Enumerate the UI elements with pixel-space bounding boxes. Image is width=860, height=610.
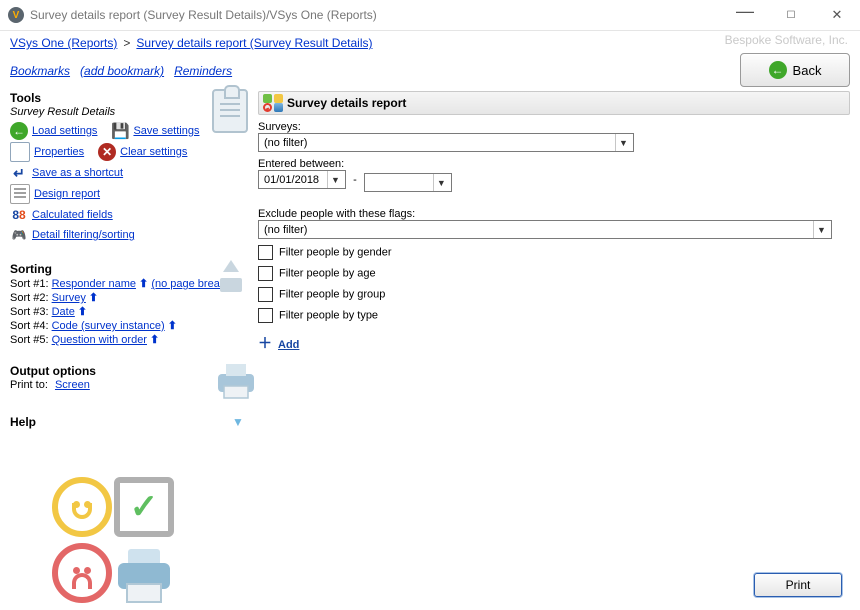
- window-maximize-button[interactable]: ☐: [768, 0, 814, 30]
- clear-icon: ✕: [98, 143, 116, 161]
- print-button[interactable]: Print: [754, 573, 842, 597]
- entered-label: Entered between:: [258, 158, 850, 170]
- date-from-select[interactable]: 01/01/2018 ▼: [258, 170, 346, 189]
- sort2-field-link[interactable]: Survey: [52, 292, 86, 304]
- back-button[interactable]: ← Back: [740, 53, 850, 87]
- filter-icon: 🎮: [10, 226, 28, 244]
- sad-face-icon: [52, 543, 112, 603]
- load-icon: ←: [10, 122, 28, 140]
- printer-icon: [214, 360, 258, 400]
- printer-big-icon: [114, 543, 174, 603]
- date-to-select[interactable]: ▼: [364, 173, 452, 192]
- dropdown-caret-icon: ▼: [615, 134, 631, 151]
- add-bookmark-link[interactable]: (add bookmark): [80, 64, 164, 78]
- bookmarks-link[interactable]: Bookmarks: [10, 64, 70, 78]
- right-panel: Survey details report Surveys: (no filte…: [258, 89, 860, 610]
- sort-row-4: Sort #4: Code (survey instance) ⬆: [10, 319, 258, 332]
- breadcrumb-sep: >: [123, 36, 130, 50]
- sort3-field-link[interactable]: Date: [52, 306, 75, 318]
- breadcrumb-page[interactable]: Survey details report (Survey Result Det…: [136, 36, 372, 50]
- window-title: Survey details report (Survey Result Det…: [30, 8, 377, 22]
- exclude-label: Exclude people with these flags:: [258, 208, 850, 220]
- checkbox-icon: [258, 266, 273, 281]
- print-to-link[interactable]: Screen: [55, 379, 90, 391]
- sort4-direction[interactable]: ⬆: [168, 320, 177, 332]
- checkbox-icon: [258, 245, 273, 260]
- help-heading: Help: [10, 415, 258, 429]
- help-expand-icon[interactable]: ▼: [232, 415, 244, 429]
- checkbox-icon: [258, 308, 273, 323]
- exclude-select[interactable]: (no filter) ▼: [258, 220, 832, 239]
- surveys-value: (no filter): [264, 137, 307, 149]
- filter-gender-row[interactable]: Filter people by gender: [258, 245, 850, 260]
- checkbox-icon: [258, 287, 273, 302]
- date-dash: -: [353, 174, 357, 186]
- plus-icon: ＋: [258, 335, 272, 351]
- date-from-value: 01/01/2018: [264, 174, 319, 186]
- brand-text: Bespoke Software, Inc.: [725, 33, 848, 47]
- window-minimize-button[interactable]: —: [722, 0, 768, 30]
- filter-age-row[interactable]: Filter people by age: [258, 266, 850, 281]
- properties-link[interactable]: Properties: [34, 146, 84, 158]
- sort5-field-link[interactable]: Question with order: [52, 334, 147, 346]
- clear-settings-link[interactable]: Clear settings: [120, 146, 187, 158]
- report-title: Survey details report: [287, 96, 406, 110]
- surveys-select[interactable]: (no filter) ▼: [258, 133, 634, 152]
- calculated-fields-link[interactable]: Calculated fields: [32, 209, 113, 221]
- save-settings-link[interactable]: Save settings: [133, 125, 199, 137]
- decorative-icons: ✓: [52, 477, 182, 607]
- detail-filtering-link[interactable]: Detail filtering/sorting: [32, 229, 135, 241]
- sort-row-3: Sort #3: Date ⬆: [10, 305, 258, 318]
- checkbox-big-icon: ✓: [114, 477, 174, 537]
- sort3-direction[interactable]: ⬆: [78, 306, 87, 318]
- properties-icon: [10, 142, 30, 162]
- save-icon: 💾: [111, 122, 129, 140]
- dropdown-caret-icon: ▼: [813, 221, 829, 238]
- back-arrow-icon: ←: [769, 61, 787, 79]
- print-to-label: Print to:: [10, 379, 48, 391]
- calc-icon: 88: [10, 206, 28, 224]
- add-filter-row[interactable]: ＋ Add: [258, 333, 850, 353]
- report-header: Survey details report: [258, 91, 850, 115]
- sort2-direction[interactable]: ⬆: [89, 292, 98, 304]
- bookmarks-bar: Bookmarks (add bookmark) Reminders ← Bac…: [0, 53, 860, 89]
- load-settings-link[interactable]: Load settings: [32, 125, 97, 137]
- add-link[interactable]: Add: [278, 339, 299, 351]
- left-panel: Tools Survey Result Details ← Load setti…: [0, 89, 258, 610]
- happy-face-icon: [52, 477, 112, 537]
- breadcrumb-root[interactable]: VSys One (Reports): [10, 36, 117, 50]
- filter-type-row[interactable]: Filter people by type: [258, 308, 850, 323]
- sort5-direction[interactable]: ⬆: [150, 334, 159, 346]
- dropdown-caret-icon: ▼: [327, 171, 343, 188]
- back-button-label: Back: [793, 63, 822, 78]
- sort4-field-link[interactable]: Code (survey instance): [52, 320, 165, 332]
- exclude-value: (no filter): [264, 224, 307, 236]
- title-bar: V Survey details report (Survey Result D…: [0, 0, 860, 31]
- clipboard-icon: [212, 89, 248, 133]
- reminders-link[interactable]: Reminders: [174, 64, 232, 78]
- design-report-link[interactable]: Design report: [34, 188, 100, 200]
- breadcrumb: VSys One (Reports) > Survey details repo…: [0, 31, 860, 53]
- sort1-direction[interactable]: ⬆: [139, 278, 151, 290]
- window-close-button[interactable]: ✕: [814, 0, 860, 30]
- sort1-field-link[interactable]: Responder name: [52, 278, 136, 290]
- design-icon: [10, 184, 30, 204]
- shortcut-icon: ↵: [10, 164, 28, 182]
- sort-row-5: Sort #5: Question with order ⬆: [10, 333, 258, 346]
- report-status-icons: [263, 94, 283, 112]
- app-icon: V: [8, 7, 24, 23]
- filter-group-row[interactable]: Filter people by group: [258, 287, 850, 302]
- sort-icon: [212, 256, 252, 296]
- save-shortcut-link[interactable]: Save as a shortcut: [32, 167, 123, 179]
- dropdown-caret-icon: ▼: [433, 174, 449, 191]
- surveys-label: Surveys:: [258, 121, 850, 133]
